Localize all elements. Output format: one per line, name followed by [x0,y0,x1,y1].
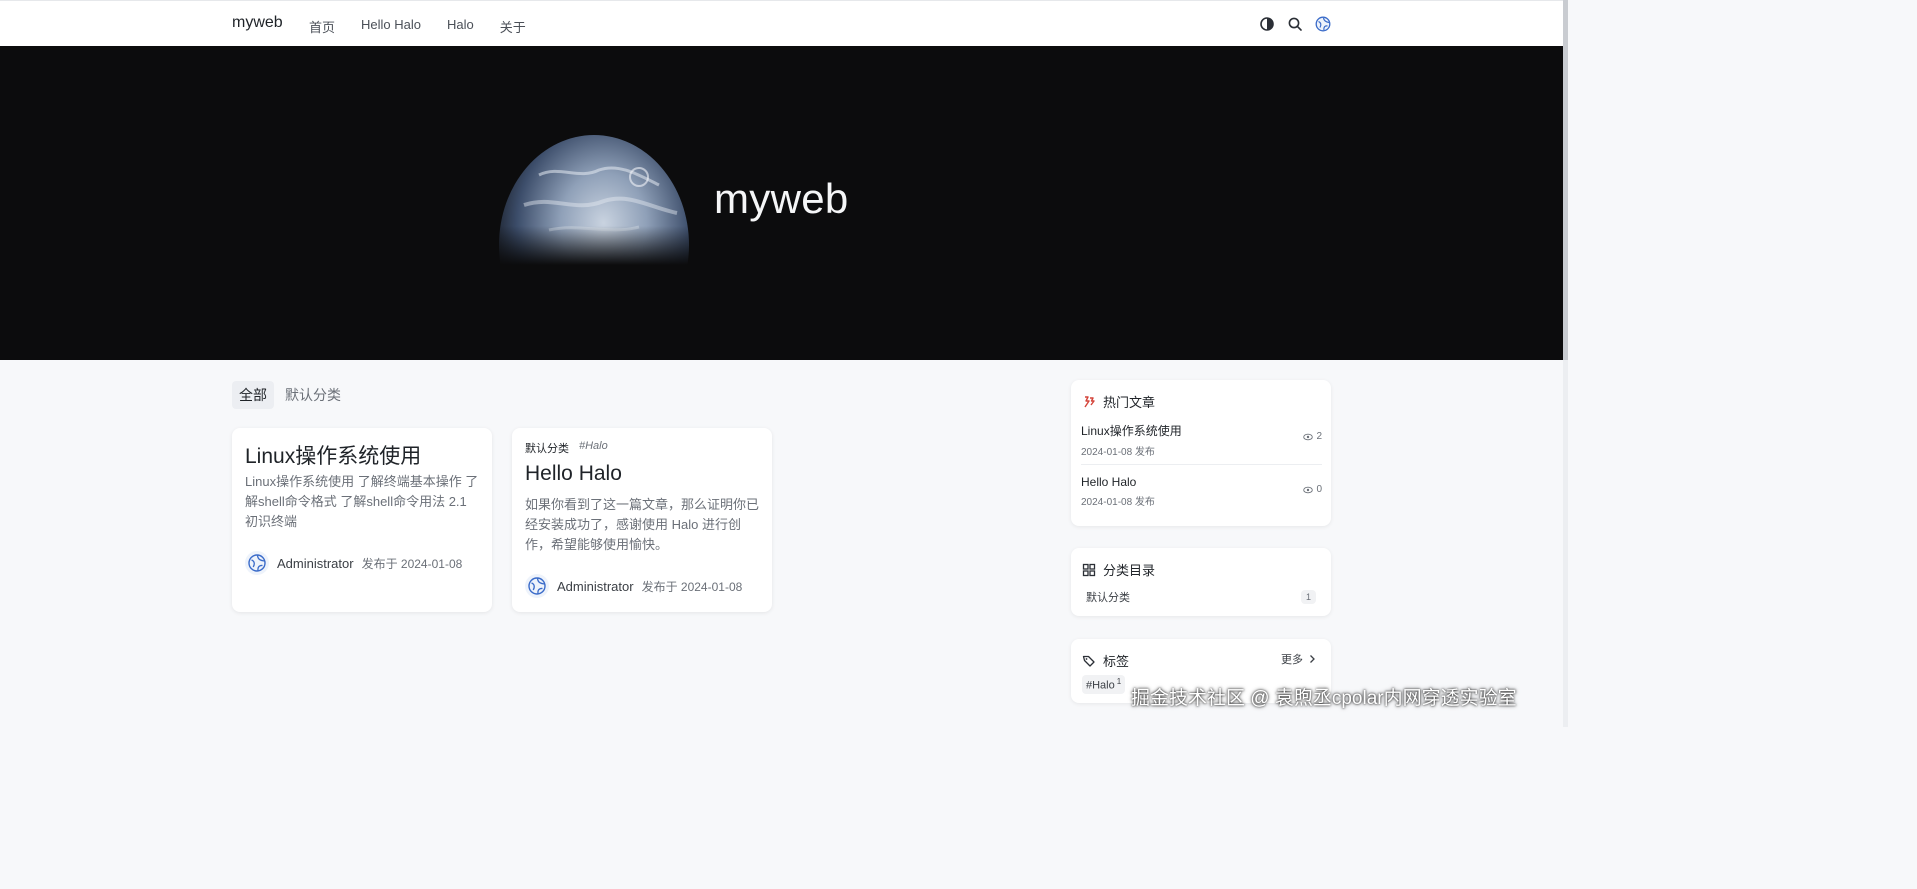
view-count: 0 [1303,484,1322,495]
author-name[interactable]: Administrator [277,556,354,571]
post-meta: 默认分类 #Halo [525,440,608,456]
widget-title: 标签 [1103,654,1130,669]
grid-icon [1082,563,1096,577]
publish-date: 发布于 2024-01-08 [641,579,743,594]
divider [1081,464,1322,465]
watermark: 掘金技术社区 @ 袁煦丞cpolar内网穿透实验室 [1131,688,1517,709]
post-tag[interactable]: #Halo [579,440,608,456]
category-count: 1 [1300,590,1316,604]
popular-posts-widget: 热门文章 Linux操作系统使用 2024-01-08 发布 2 Hello H… [1071,380,1331,526]
widget-header: 分类目录 [1082,560,1155,579]
hero-title: myweb [714,175,849,222]
categories-widget: 分类目录 默认分类 1 [1071,548,1331,616]
nav-item-halo[interactable]: Halo [447,17,474,36]
view-count: 2 [1303,431,1322,442]
nav-item-hello-halo[interactable]: Hello Halo [361,17,421,36]
category-name[interactable]: 默认分类 [1086,589,1130,605]
header-actions [1259,16,1331,32]
widget-header: 热门文章 [1082,392,1155,411]
publish-date: 发布于 2024-01-08 [361,556,463,571]
post-excerpt: Linux操作系统使用 了解终端基本操作 了解shell命令格式 了解shell… [245,474,479,529]
post-author-row: Administrator 发布于 2024-01-08 [525,574,742,598]
tag-count: 1 [1116,677,1122,686]
popular-post-title[interactable]: Linux操作系统使用 [1081,422,1322,439]
popular-post-date: 2024-01-08 发布 [1081,497,1155,508]
theme-toggle-icon[interactable] [1259,16,1275,32]
author-name[interactable]: Administrator [557,579,634,594]
post-excerpt: 如果你看到了这一篇文章，那么证明你已经安装成功了，感谢使用 Halo 进行创作，… [525,497,760,552]
post-author-row: Administrator 发布于 2024-01-08 [245,551,462,575]
main-nav: 首页 Hello Halo Halo 关于 [309,17,526,36]
site-header: myweb 首页 Hello Halo Halo 关于 [0,0,1563,46]
chevron-right-icon [1310,655,1315,663]
eye-icon [1303,486,1314,493]
nav-item-about[interactable]: 关于 [500,17,526,36]
site-brand[interactable]: myweb [232,14,283,32]
popular-post-item[interactable]: Hello Halo 2024-01-08 发布 0 [1081,475,1322,508]
widget-title: 热门文章 [1103,395,1156,410]
tab-default-category[interactable]: 默认分类 [278,381,348,409]
popular-post-title[interactable]: Hello Halo [1081,475,1322,489]
post-category[interactable]: 默认分类 [525,440,569,456]
tag-chip[interactable]: #Halo 1 [1082,675,1126,694]
tag-icon [1082,654,1096,668]
widget-title: 分类目录 [1103,563,1156,578]
post-card[interactable]: Linux操作系统使用 Linux操作系统使用 了解终端基本操作 了解shell… [232,428,492,612]
author-avatar-icon[interactable] [525,574,549,598]
fire-icon [1082,395,1096,409]
search-icon[interactable] [1287,16,1303,32]
nav-item-home[interactable]: 首页 [309,17,335,36]
more-tags-link[interactable]: 更多 [1281,651,1317,667]
post-card[interactable]: 默认分类 #Halo Hello Halo 如果你看到了这一篇文章，那么证明你已… [512,428,772,612]
scrollbar-thumb[interactable] [1563,0,1568,360]
popular-post-date: 2024-01-08 发布 [1081,447,1155,458]
avatar-icon[interactable] [1315,16,1331,32]
hero-banner: myweb [0,46,1563,360]
author-avatar-icon[interactable] [245,551,269,575]
widget-header: 标签 [1082,651,1129,670]
earth-image [499,135,689,265]
post-title[interactable]: Hello Halo [525,462,622,486]
category-tabs: 全部 默认分类 [232,381,348,409]
tab-all[interactable]: 全部 [232,381,274,409]
post-title[interactable]: Linux操作系统使用 [245,440,421,470]
eye-icon [1303,433,1314,440]
popular-post-item[interactable]: Linux操作系统使用 2024-01-08 发布 2 [1081,422,1322,458]
category-item[interactable]: 默认分类 1 [1086,589,1316,605]
